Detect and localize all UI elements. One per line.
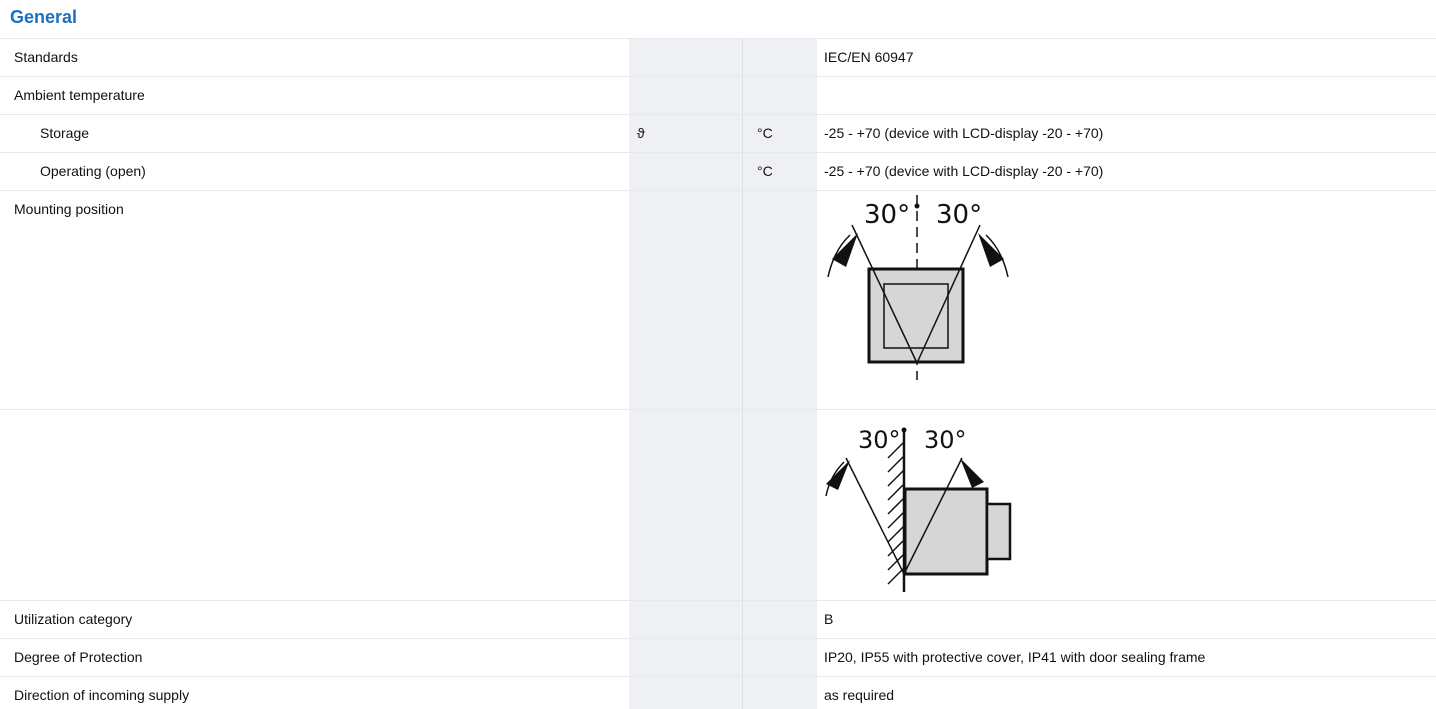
row-value: -25 - +70 (device with LCD-display -20 -… [824, 163, 1104, 179]
row-value [817, 77, 1436, 114]
side-angle-left-label: 30° [858, 426, 901, 454]
front-angle-right-label: 30° [936, 200, 982, 230]
table-row: Utilization category B [0, 600, 1436, 638]
row-symbol [629, 77, 743, 114]
side-mounting-diagram: 30° 30° [825, 426, 1012, 592]
row-value: IP20, IP55 with protective cover, IP41 w… [824, 649, 1206, 665]
row-symbol [629, 39, 743, 76]
row-symbol [629, 639, 743, 676]
table-row: Storage ϑ °C -25 - +70 (device with LCD-… [0, 114, 1436, 152]
row-value: 30° 30° [817, 191, 1436, 409]
table-row: 30° 30° [0, 409, 1436, 600]
row-unit [743, 677, 817, 709]
row-symbol [629, 153, 743, 190]
row-symbol [629, 677, 743, 709]
row-unit [743, 39, 817, 76]
table-row: Ambient temperature [0, 76, 1436, 114]
row-symbol [629, 191, 743, 409]
row-symbol: ϑ [629, 115, 743, 152]
row-value: as required [824, 687, 895, 703]
table-row: Direction of incoming supply as required [0, 676, 1436, 709]
row-value: 30° 30° [817, 410, 1436, 600]
side-right-arrowhead [960, 458, 984, 488]
row-value: IEC/EN 60947 [824, 49, 914, 65]
front-axis-dot [914, 203, 920, 209]
table-row: Operating (open) °C -25 - +70 (device wi… [0, 152, 1436, 190]
row-label [0, 410, 629, 600]
row-label: Direction of incoming supply [14, 687, 190, 703]
row-symbol [629, 410, 743, 600]
row-symbol [629, 601, 743, 638]
row-unit [743, 601, 817, 638]
row-label: Utilization category [14, 611, 133, 627]
section-title: General [10, 7, 78, 27]
table-row: Mounting position 30° 30° [0, 190, 1436, 409]
row-unit [743, 77, 817, 114]
row-label: Ambient temperature [14, 87, 145, 103]
row-unit [743, 639, 817, 676]
front-right-arrowhead [978, 233, 1004, 267]
side-left-arrowhead [826, 460, 850, 490]
front-left-arrowhead [832, 233, 858, 267]
row-label: Operating (open) [40, 163, 146, 179]
row-label: Degree of Protection [14, 649, 143, 665]
side-axis-dot [901, 427, 907, 433]
side-device-body [903, 487, 989, 576]
front-angle-left-label: 30° [864, 200, 910, 230]
row-label: Storage [40, 125, 90, 141]
row-unit [743, 410, 817, 600]
row-unit: °C [743, 153, 817, 190]
side-wall-hatching [887, 441, 905, 585]
table-row: Degree of Protection IP20, IP55 with pro… [0, 638, 1436, 676]
row-unit [743, 191, 817, 409]
row-value: -25 - +70 (device with LCD-display -20 -… [824, 125, 1104, 141]
side-angle-right-label: 30° [924, 426, 967, 454]
row-value: B [824, 611, 834, 627]
side-left-ray [845, 457, 905, 575]
table-row: Standards IEC/EN 60947 [0, 38, 1436, 76]
row-label: Mounting position [14, 201, 124, 217]
front-mounting-diagram: 30° 30° [827, 195, 1009, 380]
row-unit: °C [743, 115, 817, 152]
side-device-front [985, 502, 1012, 561]
row-label: Standards [14, 49, 78, 65]
spec-table: Standards IEC/EN 60947 Ambient temperatu… [0, 38, 1436, 709]
